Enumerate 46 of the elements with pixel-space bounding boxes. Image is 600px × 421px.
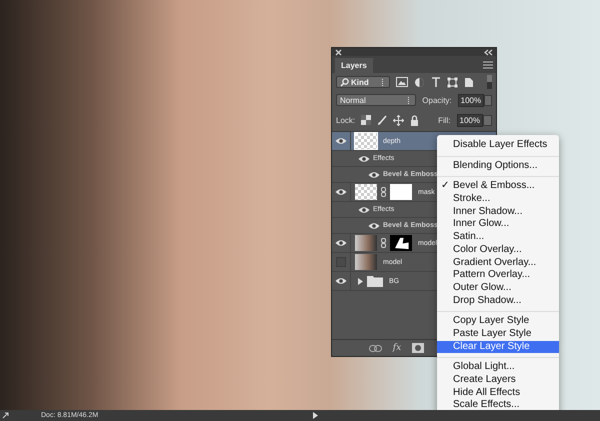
fill-label: Fill: (438, 116, 451, 124)
checkerboard-icon[interactable] (361, 115, 372, 125)
menu-item[interactable]: Hide All Effects (437, 386, 559, 400)
link-icon (381, 238, 386, 248)
folder-icon (367, 275, 383, 287)
menu-item[interactable]: Inner Shadow... (437, 206, 559, 218)
arrow-icon[interactable] (2, 412, 11, 419)
shape-filter-icon[interactable] (447, 76, 458, 88)
type-filter-icon[interactable] (431, 76, 441, 88)
layer-mask-thumbnail (390, 184, 412, 200)
layer-mask-thumbnail (390, 235, 412, 251)
menu-item[interactable]: Drop Shadow... (437, 294, 559, 308)
layer-thumbnail (355, 184, 377, 200)
opacity-label: Opacity: (422, 96, 452, 104)
layers-tab[interactable]: Layers (335, 58, 373, 73)
filter-toggle[interactable] (487, 75, 492, 89)
opacity-field[interactable]: 100% (458, 94, 484, 106)
link-icon (381, 187, 386, 197)
menu-item[interactable]: Copy Layer Style (437, 315, 559, 328)
search-icon (340, 78, 349, 86)
lock-icon[interactable] (410, 114, 420, 126)
menu-item[interactable]: Clear Layer Style (437, 340, 559, 354)
brush-icon[interactable] (377, 114, 388, 126)
blend-mode-dropdown[interactable]: Normal (336, 94, 416, 106)
fx-button[interactable]: fx (392, 343, 402, 353)
menu-item[interactable]: Inner Glow... (437, 218, 559, 232)
link-icon[interactable] (368, 344, 382, 352)
mask-icon[interactable] (412, 343, 424, 353)
menu-item[interactable]: Create Layers (437, 374, 559, 387)
lock-label: Lock: (336, 116, 356, 124)
fill-field[interactable]: 100% (456, 114, 483, 126)
menu-item[interactable]: Scale Effects... (437, 399, 559, 412)
panel-menu-icon[interactable] (483, 61, 493, 69)
expand-triangle-icon[interactable] (357, 278, 363, 284)
layer-thumbnail (355, 133, 377, 149)
image-filter-icon[interactable] (396, 77, 408, 87)
filter-dropdown[interactable]: Kind (336, 76, 390, 88)
collapse-icon[interactable] (484, 48, 493, 56)
menu-item[interactable]: Global Light... (437, 361, 559, 374)
menu-item[interactable]: Paste Layer Style (437, 328, 559, 341)
smart-object-filter-icon[interactable] (464, 76, 474, 88)
menu-item[interactable]: Blending Options... (437, 160, 559, 172)
move-icon[interactable] (393, 114, 404, 126)
play-icon[interactable] (313, 412, 318, 419)
adjustment-filter-icon[interactable] (414, 76, 425, 88)
close-icon[interactable] (335, 48, 342, 56)
